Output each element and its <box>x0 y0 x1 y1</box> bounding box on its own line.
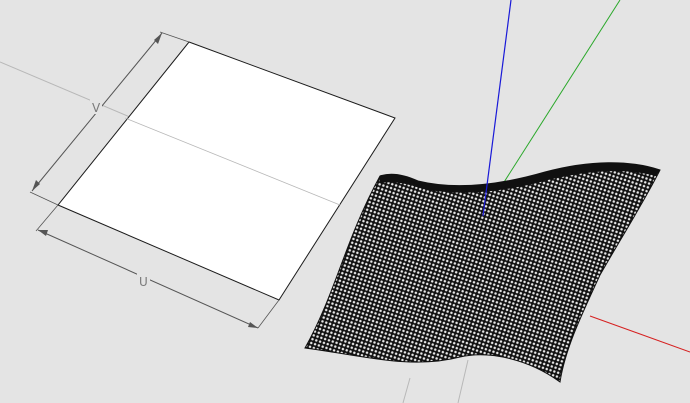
inference-line-bottom <box>457 359 469 403</box>
u-dimension-extension-right <box>257 299 280 329</box>
u-dimension-arrow-right <box>248 322 258 328</box>
v-dimension-arrow-top <box>154 33 162 44</box>
curved-surface-fill <box>305 162 660 382</box>
u-dimension-extension-left <box>35 204 59 232</box>
inference-line-bottom-right <box>402 377 411 403</box>
3d-scene-canvas[interactable]: V U <box>0 0 690 403</box>
v-dimension-extension-bottom <box>29 191 59 206</box>
v-dimension-arrow-bottom <box>32 180 40 191</box>
v-dimension-extension-top <box>159 31 190 43</box>
curved-surface[interactable] <box>304 162 661 383</box>
u-dimension-arrow-left <box>38 230 48 236</box>
u-dimension-label: U <box>139 275 148 289</box>
v-dimension-label: V <box>92 101 101 115</box>
sketchup-viewport[interactable]: V U <box>0 0 690 403</box>
x-axis-line <box>589 315 690 353</box>
